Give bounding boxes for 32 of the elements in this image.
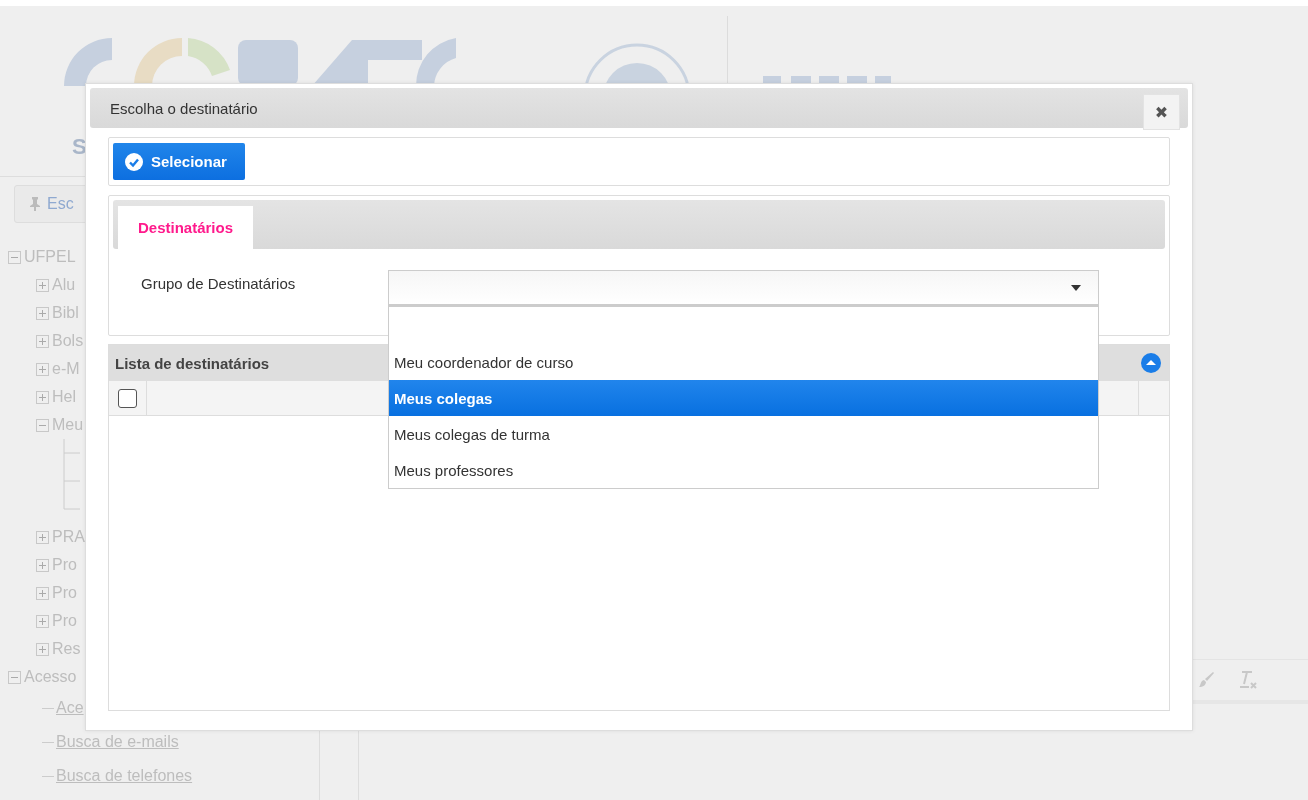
pin-icon — [29, 197, 41, 211]
logo-subtitle: S — [72, 134, 87, 160]
expand-icon[interactable] — [36, 642, 49, 656]
expand-icon[interactable] — [36, 334, 49, 348]
expand-icon[interactable] — [36, 362, 49, 376]
dropdown-option[interactable]: Meus colegas de turma — [389, 416, 1098, 452]
brush-icon[interactable] — [1197, 671, 1215, 689]
collapse-icon[interactable] — [8, 670, 21, 684]
field-label: Grupo de Destinatários — [140, 275, 297, 292]
expand-icon[interactable] — [36, 530, 49, 544]
panel-title: Lista de destinatários — [115, 354, 270, 372]
expand-icon[interactable] — [36, 390, 49, 404]
check-icon — [125, 152, 143, 171]
clear-format-icon[interactable] — [1237, 670, 1259, 690]
collapse-icon[interactable] — [8, 250, 21, 264]
checkbox[interactable] — [118, 388, 137, 408]
dropdown-option[interactable]: Meus professores — [389, 452, 1098, 488]
expand-icon[interactable] — [36, 558, 49, 572]
expand-icon[interactable] — [36, 586, 49, 600]
dropdown-option[interactable]: Meu coordenador de curso — [389, 344, 1098, 380]
expand-icon[interactable] — [36, 278, 49, 292]
collapse-icon[interactable] — [36, 418, 49, 432]
close-button[interactable]: ✖ — [1143, 94, 1180, 130]
tab[interactable]: Destinatários — [118, 206, 254, 249]
collapse-icon[interactable] — [1141, 353, 1161, 373]
caret-icon — [1070, 283, 1082, 292]
expand-icon[interactable] — [36, 306, 49, 320]
dropdown-option[interactable]: Meus colegas — [389, 380, 1098, 416]
expand-icon[interactable] — [36, 614, 49, 628]
dropdown-field[interactable] — [388, 270, 1099, 306]
dialog-title: Escolha o destinatário — [110, 99, 258, 117]
select-button[interactable]: Selecionar — [113, 143, 245, 180]
